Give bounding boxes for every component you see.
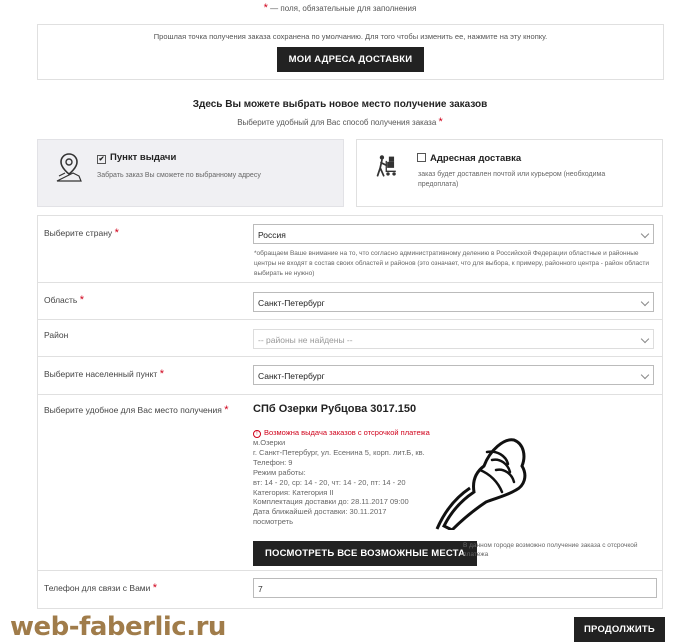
info-icon: ! xyxy=(253,430,261,438)
continue-button[interactable]: ПРОДОЛЖИТЬ xyxy=(574,617,665,642)
country-value: Россия xyxy=(258,230,286,240)
region-label-text: Область xyxy=(44,295,78,305)
pickup-point-title: СПб Озерки Рубцова 3017.150 xyxy=(253,403,417,415)
country-label-text: Выберите страну xyxy=(44,228,113,238)
delivery-form: Выберите страну * Россия *обращаем Ваше … xyxy=(37,215,663,609)
chevron-down-icon xyxy=(640,229,650,239)
district-row: Район -- районы не найдены -- xyxy=(38,320,662,357)
pickup-option-label: Пункт выдачи xyxy=(110,152,177,163)
courier-option[interactable]: Адресная доставка заказ будет доставлен … xyxy=(356,139,663,207)
site-watermark: web-faberlic.ru xyxy=(10,612,226,642)
pickup-point-label: Выберите удобное для Вас место получения… xyxy=(44,404,228,416)
required-marker: * xyxy=(79,294,85,306)
pickup-point-label-text: Выберите удобное для Вас место получения xyxy=(44,405,222,415)
required-marker: * xyxy=(438,116,443,128)
region-select[interactable]: Санкт-Петербург xyxy=(253,292,654,312)
required-marker: * xyxy=(224,404,229,416)
required-marker: * xyxy=(159,368,164,380)
courier-checkbox[interactable] xyxy=(417,153,426,162)
region-row: Область * Санкт-Петербург xyxy=(38,283,662,320)
courier-option-label: Адресная доставка xyxy=(430,153,522,164)
required-marker: * xyxy=(114,227,119,239)
pickup-option-desc: Забрать заказ Вы сможете по выбранному а… xyxy=(97,172,261,179)
country-select[interactable]: Россия xyxy=(253,224,654,244)
district-value: -- районы не найдены -- xyxy=(258,335,353,345)
locality-select[interactable]: Санкт-Петербург xyxy=(253,365,654,385)
locality-label-text: Выберите населенный пункт xyxy=(44,369,158,379)
region-label: Область * xyxy=(44,294,84,306)
region-value: Санкт-Петербург xyxy=(258,298,325,308)
courier-cart-icon xyxy=(376,155,396,177)
phone-label-text: Телефон для связи с Вами xyxy=(44,583,151,593)
deferred-payment-note: В данном городе возможно получение заказ… xyxy=(463,542,638,558)
country-row: Выберите страну * Россия *обращаем Ваше … xyxy=(38,216,662,283)
locality-label: Выберите населенный пункт * xyxy=(44,368,164,380)
country-note: *обращаем Ваше внимание на то, что согла… xyxy=(254,250,649,277)
choose-subtitle-text: Выберите удобный для Вас способ получени… xyxy=(237,118,437,127)
chevron-down-icon xyxy=(640,334,650,344)
phone-label: Телефон для связи с Вами * xyxy=(44,582,157,594)
required-marker: * xyxy=(152,582,158,594)
locality-row: Выберите населенный пункт * Санкт-Петерб… xyxy=(38,357,662,395)
district-label: Район xyxy=(44,330,69,340)
district-select[interactable]: -- районы не найдены -- xyxy=(253,329,654,349)
phone-divider xyxy=(38,570,662,571)
chevron-down-icon xyxy=(640,297,650,307)
chevron-down-icon xyxy=(640,370,650,380)
pointing-hand-icon xyxy=(435,438,527,530)
courier-option-title: Адресная доставка xyxy=(417,153,521,164)
map-pin-icon xyxy=(56,153,82,182)
required-marker: * xyxy=(263,2,268,14)
choose-subtitle: Выберите удобный для Вас способ получени… xyxy=(0,116,680,128)
required-note-text: — поля, обязательные для заполнения xyxy=(270,4,417,13)
country-label: Выберите страну * xyxy=(44,227,119,239)
view-all-places-button[interactable]: ПОСМОТРЕТЬ ВСЕ ВОЗМОЖНЫЕ МЕСТА xyxy=(253,541,478,566)
phone-input[interactable]: 7 xyxy=(253,578,657,598)
courier-option-desc: заказ будет доставлен почтой или курьеро… xyxy=(418,171,606,188)
locality-value: Санкт-Петербург xyxy=(258,371,325,381)
pickup-checkbox[interactable]: ✔ xyxy=(97,155,106,164)
pickup-option-title: ✔ Пункт выдачи xyxy=(97,152,176,164)
choose-title: Здесь Вы можете выбрать новое место полу… xyxy=(192,99,488,110)
required-fields-note: * — поля, обязательные для заполнения xyxy=(0,2,680,14)
pickup-option[interactable]: ✔ Пункт выдачи Забрать заказ Вы сможете п… xyxy=(37,139,344,207)
my-addresses-button[interactable]: МОИ АДРЕСА ДОСТАВКИ xyxy=(276,47,425,72)
saved-point-text: Прошлая точка получения заказа сохранена… xyxy=(153,32,548,41)
warning-text: Возможна выдача заказов с отсрочкой плат… xyxy=(264,428,430,437)
saved-point-panel: Прошлая точка получения заказа сохранена… xyxy=(37,24,664,80)
